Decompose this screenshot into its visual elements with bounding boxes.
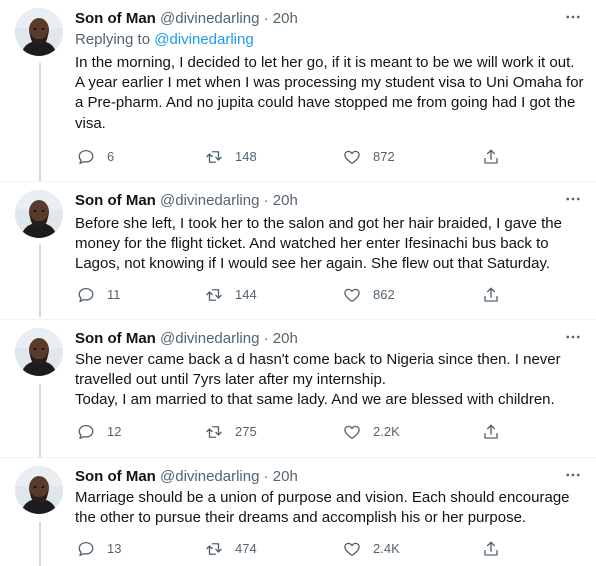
reply-bubble-icon: [78, 287, 94, 303]
retweet-button[interactable]: 275: [205, 422, 257, 442]
like-count: 872: [373, 149, 395, 164]
more-horizontal-icon: [566, 15, 580, 19]
avatar-photo-icon: [15, 466, 63, 514]
retweet-icon: [206, 289, 222, 301]
tweet-timestamp[interactable]: · 20h: [264, 192, 298, 209]
tweet-thread: Son of Man @divinedarling · 20h Replying…: [0, 0, 596, 566]
more-horizontal-icon: [566, 197, 580, 201]
reply-button[interactable]: 12: [77, 422, 121, 442]
avatar[interactable]: [15, 190, 63, 238]
more-options-button[interactable]: [562, 464, 584, 486]
tweet[interactable]: Son of Man @divinedarling · 20h She neve…: [0, 320, 596, 457]
share-button[interactable]: [482, 285, 500, 305]
reply-bubble-icon: [78, 149, 94, 165]
tweet-actions: 11 144 862: [75, 285, 505, 305]
replying-to-link[interactable]: @divinedarling: [154, 31, 253, 48]
share-icon: [484, 149, 498, 164]
retweet-count: 144: [235, 287, 257, 302]
reply-count: 12: [107, 424, 122, 439]
reply-count: 6: [107, 149, 115, 164]
like-button[interactable]: 2.2K: [343, 422, 400, 442]
more-horizontal-icon: [566, 335, 580, 339]
avatar-photo-icon: [15, 190, 63, 238]
user-handle[interactable]: @divinedarling: [160, 468, 259, 485]
display-name[interactable]: Son of Man: [75, 468, 156, 485]
avatar-photo-icon: [15, 8, 63, 56]
tweet-timestamp[interactable]: · 20h: [264, 468, 298, 485]
avatar-photo-icon: [15, 328, 63, 376]
retweet-count: 275: [235, 424, 257, 439]
reply-count: 11: [107, 287, 121, 302]
share-button[interactable]: [482, 422, 500, 442]
tweet-text: In the morning, I decided to let her go,…: [75, 54, 584, 132]
more-options-button[interactable]: [562, 6, 584, 28]
retweet-icon: [206, 151, 222, 163]
user-handle[interactable]: @divinedarling: [160, 10, 259, 27]
like-button[interactable]: 872: [343, 147, 395, 167]
retweet-count: 474: [235, 541, 257, 556]
like-button[interactable]: 2.4K: [343, 539, 400, 559]
replying-to: Replying to @divinedarling: [75, 30, 254, 50]
display-name[interactable]: Son of Man: [75, 330, 156, 347]
display-name[interactable]: Son of Man: [75, 10, 156, 27]
tweet-header: Son of Man @divinedarling · 20h: [75, 9, 298, 29]
reply-button[interactable]: 6: [77, 147, 114, 167]
like-count: 862: [373, 287, 395, 302]
user-handle[interactable]: @divinedarling: [160, 330, 259, 347]
user-handle[interactable]: @divinedarling: [160, 192, 259, 209]
heart-icon: [344, 542, 360, 557]
avatar[interactable]: [15, 466, 63, 514]
tweet-text: She never came back a d hasn't come back…: [75, 351, 561, 409]
heart-icon: [344, 288, 360, 303]
retweet-icon: [206, 543, 222, 555]
tweet-text: Marriage should be a union of purpose an…: [75, 489, 570, 527]
share-icon: [484, 287, 498, 302]
like-button[interactable]: 862: [343, 285, 395, 305]
retweet-button[interactable]: 474: [205, 539, 257, 559]
tweet[interactable]: Son of Man @divinedarling · 20h Replying…: [0, 0, 596, 181]
replying-to-label: Replying to: [75, 31, 155, 48]
heart-icon: [344, 425, 360, 440]
heart-icon: [344, 150, 360, 165]
reply-bubble-icon: [78, 541, 94, 557]
reply-button[interactable]: 13: [77, 539, 121, 559]
reply-count: 13: [107, 541, 122, 556]
tweet-timestamp[interactable]: · 20h: [264, 10, 298, 27]
like-count: 2.2K: [373, 424, 400, 439]
share-icon: [484, 424, 498, 439]
share-button[interactable]: [482, 539, 500, 559]
tweet-actions: 12 275 2.2K: [75, 422, 505, 442]
more-options-button[interactable]: [562, 326, 584, 348]
display-name[interactable]: Son of Man: [75, 192, 156, 209]
tweet[interactable]: Son of Man @divinedarling · 20h Marriage…: [0, 458, 596, 566]
tweet-header: Son of Man @divinedarling · 20h: [75, 191, 298, 211]
retweet-button[interactable]: 148: [205, 147, 257, 167]
tweet-header: Son of Man @divinedarling · 20h: [75, 467, 298, 487]
tweet-timestamp[interactable]: · 20h: [264, 330, 298, 347]
retweet-icon: [206, 426, 222, 438]
more-horizontal-icon: [566, 473, 580, 477]
like-count: 2.4K: [373, 541, 400, 556]
share-button[interactable]: [482, 147, 500, 167]
tweet-header: Son of Man @divinedarling · 20h: [75, 329, 298, 349]
tweet-actions: 6 148 872: [75, 147, 505, 167]
share-icon: [484, 541, 498, 556]
reply-bubble-icon: [78, 424, 94, 440]
more-options-button[interactable]: [562, 188, 584, 210]
avatar[interactable]: [15, 328, 63, 376]
reply-button[interactable]: 11: [77, 285, 121, 305]
tweet-actions: 13 474 2.4K: [75, 539, 505, 559]
avatar[interactable]: [15, 8, 63, 56]
tweet-text: Before she left, I took her to the salon…: [75, 215, 562, 273]
retweet-button[interactable]: 144: [205, 285, 257, 305]
tweet[interactable]: Son of Man @divinedarling · 20h Before s…: [0, 182, 596, 319]
retweet-count: 148: [235, 149, 257, 164]
